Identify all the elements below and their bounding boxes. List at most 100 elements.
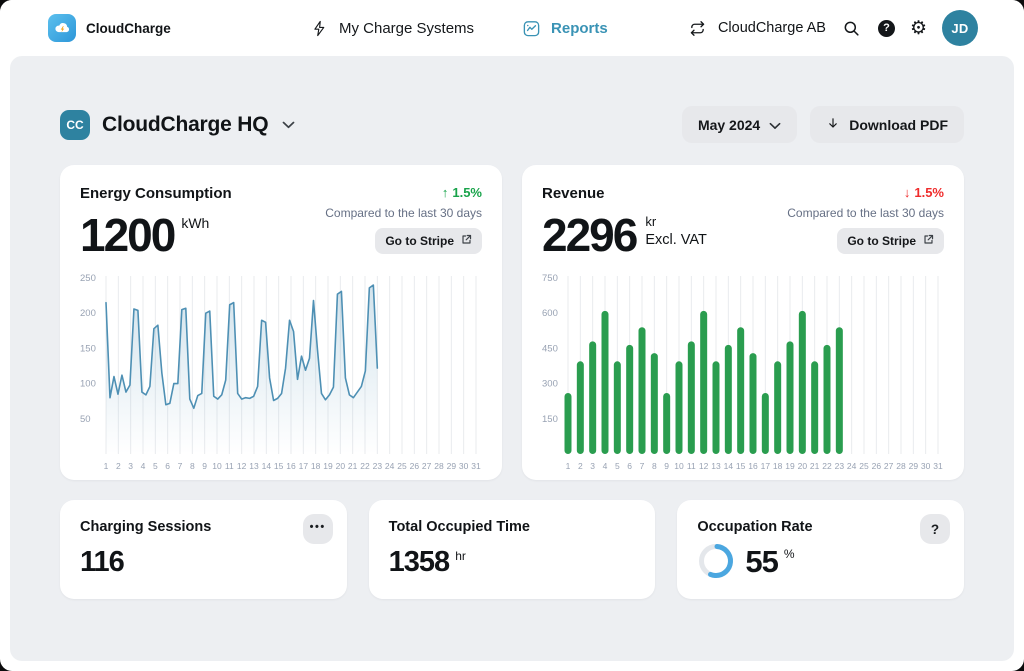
svg-text:3: 3 [128, 461, 133, 471]
revenue-bar-chart: 1234567891011121314151617181920212223242… [542, 270, 944, 480]
svg-text:15: 15 [736, 461, 746, 471]
download-label: Download PDF [849, 117, 948, 133]
svg-text:19: 19 [785, 461, 795, 471]
brand[interactable]: CloudCharge [48, 14, 171, 42]
svg-text:26: 26 [872, 461, 882, 471]
search-icon[interactable] [841, 17, 863, 39]
more-options-button[interactable]: ••• [303, 514, 333, 544]
svg-text:19: 19 [323, 461, 333, 471]
svg-text:21: 21 [348, 461, 358, 471]
svg-text:28: 28 [434, 461, 444, 471]
svg-text:450: 450 [542, 343, 558, 354]
occupation-donut-chart [697, 542, 735, 580]
help-button[interactable]: ? [920, 514, 950, 544]
app-window: CloudCharge My Charge Systems Reports [0, 0, 1024, 671]
svg-text:2: 2 [116, 461, 121, 471]
month-selector-button[interactable]: May 2024 [682, 106, 797, 143]
svg-text:27: 27 [422, 461, 432, 471]
svg-text:21: 21 [810, 461, 820, 471]
go-to-stripe-button[interactable]: Go to Stripe [375, 228, 482, 254]
svg-text:14: 14 [262, 461, 272, 471]
help-icon[interactable]: ? [878, 20, 895, 37]
avatar[interactable]: JD [942, 10, 978, 46]
svg-text:31: 31 [471, 461, 481, 471]
svg-text:13: 13 [711, 461, 721, 471]
stat-cards-row: Charging Sessions ••• 116 Total Occupied… [60, 500, 964, 599]
nav-my-charge-systems[interactable]: My Charge Systems [308, 17, 474, 39]
download-icon [826, 116, 840, 134]
svg-text:22: 22 [360, 461, 370, 471]
svg-text:5: 5 [153, 461, 158, 471]
go-to-stripe-button[interactable]: Go to Stripe [837, 228, 944, 254]
svg-text:27: 27 [884, 461, 894, 471]
svg-text:9: 9 [664, 461, 669, 471]
site-title: CloudCharge HQ [102, 113, 268, 137]
charging-sessions-card: Charging Sessions ••• 116 [60, 500, 347, 599]
nav-label: My Charge Systems [339, 20, 474, 37]
svg-text:18: 18 [311, 461, 321, 471]
download-pdf-button[interactable]: Download PDF [810, 106, 964, 143]
revenue-value: 2296 kr Excl. VAT [542, 212, 707, 258]
lightning-icon [308, 17, 330, 39]
arrow-up-icon: ↑ [442, 185, 449, 200]
sessions-number: 116 [80, 548, 124, 577]
compare-text: Compared to the last 30 days [325, 206, 482, 220]
gear-icon[interactable]: ⚙ [910, 19, 927, 38]
svg-text:16: 16 [748, 461, 758, 471]
svg-text:2: 2 [578, 461, 583, 471]
energy-value: 1200 kWh [80, 212, 232, 258]
total-occupied-time-card: Total Occupied Time 1358 hr [369, 500, 656, 599]
card-title: Total Occupied Time [389, 519, 636, 535]
energy-consumption-card: Energy Consumption 1200 kWh ↑ 1.5% Compa… [60, 165, 502, 480]
chevron-down-icon[interactable] [282, 121, 295, 129]
svg-text:4: 4 [141, 461, 146, 471]
svg-text:24: 24 [385, 461, 395, 471]
svg-text:7: 7 [178, 461, 183, 471]
svg-text:23: 23 [373, 461, 383, 471]
page-background: CC CloudCharge HQ May 2024 Downl [10, 56, 1014, 661]
page-header: CC CloudCharge HQ May 2024 Downl [60, 106, 964, 143]
delta-badge: ↑ 1.5% [442, 185, 482, 200]
revenue-card: Revenue 2296 kr Excl. VAT ↓ 1.5% [522, 165, 964, 480]
svg-text:150: 150 [542, 414, 558, 425]
svg-text:600: 600 [542, 308, 558, 319]
svg-text:8: 8 [190, 461, 195, 471]
main-cards-row: Energy Consumption 1200 kWh ↑ 1.5% Compa… [60, 165, 964, 480]
card-title: Energy Consumption [80, 185, 232, 202]
cloudcharge-logo-icon [48, 14, 76, 42]
svg-text:24: 24 [847, 461, 857, 471]
svg-text:100: 100 [80, 379, 96, 390]
svg-text:11: 11 [225, 461, 234, 471]
top-navbar: CloudCharge My Charge Systems Reports [0, 0, 1024, 56]
svg-text:25: 25 [859, 461, 869, 471]
svg-text:17: 17 [299, 461, 309, 471]
card-title: Revenue [542, 185, 707, 202]
revenue-units: kr Excl. VAT [645, 214, 707, 250]
svg-text:9: 9 [202, 461, 207, 471]
question-mark-icon: ? [931, 522, 939, 537]
nav-reports[interactable]: Reports [520, 17, 608, 39]
navbar-actions: CloudCharge AB ? ⚙ JD [687, 10, 978, 46]
svg-text:10: 10 [674, 461, 684, 471]
site-selector[interactable]: CC CloudCharge HQ [60, 110, 295, 140]
svg-text:20: 20 [336, 461, 346, 471]
svg-text:250: 250 [80, 273, 96, 284]
org-switcher[interactable]: CloudCharge AB [687, 17, 826, 39]
site-badge: CC [60, 110, 90, 140]
occupied-unit: hr [455, 549, 466, 563]
svg-text:29: 29 [447, 461, 457, 471]
card-title: Charging Sessions [80, 519, 327, 535]
energy-unit: kWh [181, 215, 209, 231]
external-link-icon [923, 234, 934, 248]
svg-text:23: 23 [835, 461, 845, 471]
svg-text:6: 6 [165, 461, 170, 471]
svg-text:1: 1 [566, 461, 571, 471]
svg-text:29: 29 [909, 461, 919, 471]
svg-text:11: 11 [687, 461, 696, 471]
svg-text:3: 3 [590, 461, 595, 471]
svg-text:300: 300 [542, 379, 558, 390]
svg-text:20: 20 [798, 461, 808, 471]
svg-text:150: 150 [80, 343, 96, 354]
svg-text:30: 30 [921, 461, 931, 471]
energy-line-chart: 1234567891011121314151617181920212223242… [80, 270, 482, 480]
